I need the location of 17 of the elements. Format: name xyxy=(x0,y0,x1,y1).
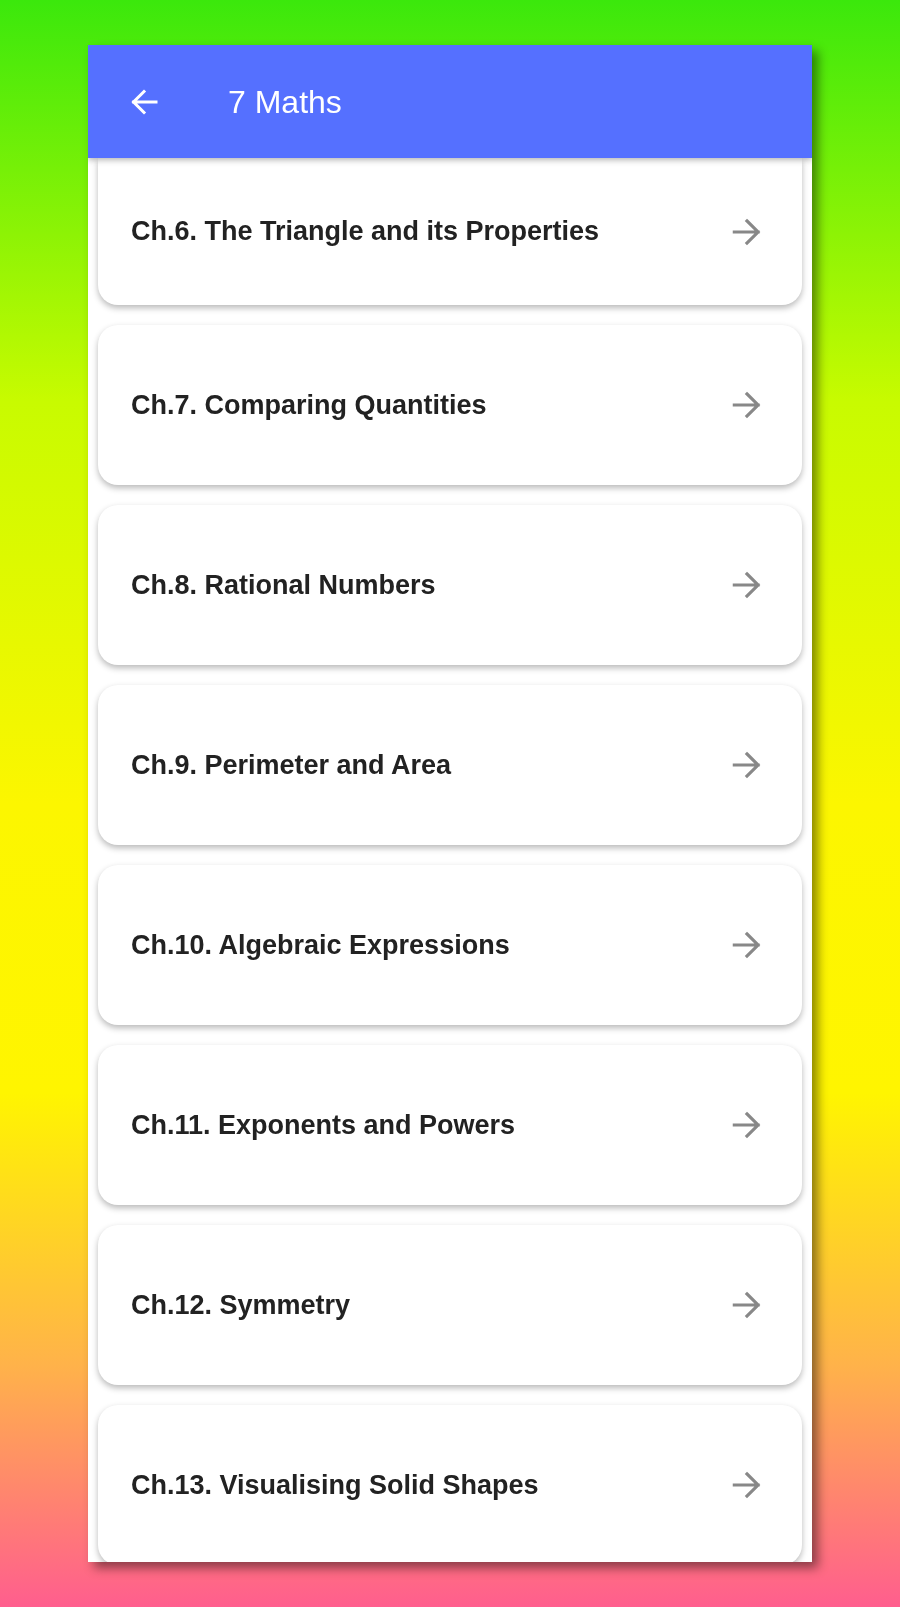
chapter-card[interactable]: Ch.11. Exponents and Powers xyxy=(98,1045,802,1205)
chapter-title: Ch.13. Visualising Solid Shapes xyxy=(131,1468,540,1502)
chapter-card[interactable]: Ch.6. The Triangle and its Properties xyxy=(98,158,802,305)
chapter-title: Ch.10. Algebraic Expressions xyxy=(131,928,511,962)
chapter-title: Ch.12. Symmetry xyxy=(131,1288,352,1322)
chapter-card[interactable]: Ch.7. Comparing Quantities xyxy=(98,325,802,485)
chapter-title: Ch.11. Exponents and Powers xyxy=(131,1108,517,1142)
chapter-card[interactable]: Ch.9. Perimeter and Area xyxy=(98,685,802,845)
chapter-title: Ch.8. Rational Numbers xyxy=(131,568,437,602)
chapter-card[interactable]: Ch.13. Visualising Solid Shapes xyxy=(98,1405,802,1562)
chapter-card[interactable]: Ch.12. Symmetry xyxy=(98,1225,802,1385)
chapter-title: Ch.6. The Triangle and its Properties xyxy=(131,215,601,249)
chapter-card[interactable]: Ch.10. Algebraic Expressions xyxy=(98,865,802,1025)
chapter-card[interactable]: Ch.8. Rational Numbers xyxy=(98,505,802,665)
chapter-title: Ch.7. Comparing Quantities xyxy=(131,388,488,422)
chapter-title: Ch.9. Perimeter and Area xyxy=(131,748,453,782)
app-bar-title: 7 Maths xyxy=(228,82,342,122)
